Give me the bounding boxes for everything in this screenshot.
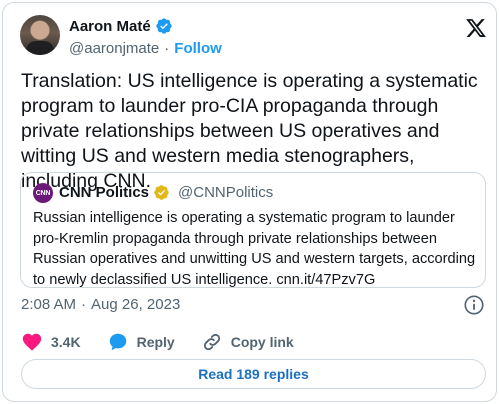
reply-label: Reply (136, 334, 175, 350)
x-logo-icon[interactable] (465, 17, 487, 39)
tweet-time[interactable]: 2:08 AM (21, 296, 76, 313)
timestamp-separator: · (81, 296, 87, 313)
timestamp[interactable]: 2:08 AM · Aug 26, 2023 (21, 296, 180, 313)
like-button[interactable]: 3.4K (21, 331, 81, 353)
handle-row: @aaronjmate · Follow (69, 40, 222, 57)
author-avatar[interactable] (20, 15, 60, 55)
quoted-text: Russian intelligence is operating a syst… (33, 210, 476, 288)
quoted-name-row: CNN Politics @CNNPolitics (59, 184, 273, 201)
copy-link-label: Copy link (230, 334, 294, 350)
action-bar: 3.4K Reply Copy link (21, 329, 320, 355)
quoted-author-handle: @CNNPolitics (178, 184, 274, 201)
author-name[interactable]: Aaron Maté (69, 18, 151, 35)
author-name-row[interactable]: Aaron Maté (69, 17, 173, 35)
reply-bubble-icon (109, 333, 126, 351)
info-icon[interactable] (463, 294, 485, 316)
separator-dot: · (164, 40, 170, 57)
heart-icon (22, 333, 42, 351)
link-icon (203, 333, 220, 351)
tweet-date[interactable]: Aug 26, 2023 (91, 296, 180, 313)
author-handle[interactable]: @aaronjmate (69, 40, 159, 57)
quoted-author-name: CNN Politics (59, 184, 150, 201)
reply-button[interactable]: Reply (107, 331, 175, 353)
follow-button[interactable]: Follow (174, 40, 222, 57)
verified-badge-icon (156, 18, 172, 34)
read-replies-button[interactable]: Read 189 replies (21, 359, 486, 389)
like-count: 3.4K (51, 334, 81, 350)
tweet-card: Aaron Maté @aaronjmate · Follow Translat… (2, 2, 497, 402)
quoted-tweet[interactable]: CNN CNN Politics @CNNPolitics Russian in… (20, 172, 486, 288)
copy-link-button[interactable]: Copy link (201, 331, 294, 353)
gold-check-badge-icon (154, 185, 169, 200)
quoted-avatar: CNN (33, 183, 53, 203)
